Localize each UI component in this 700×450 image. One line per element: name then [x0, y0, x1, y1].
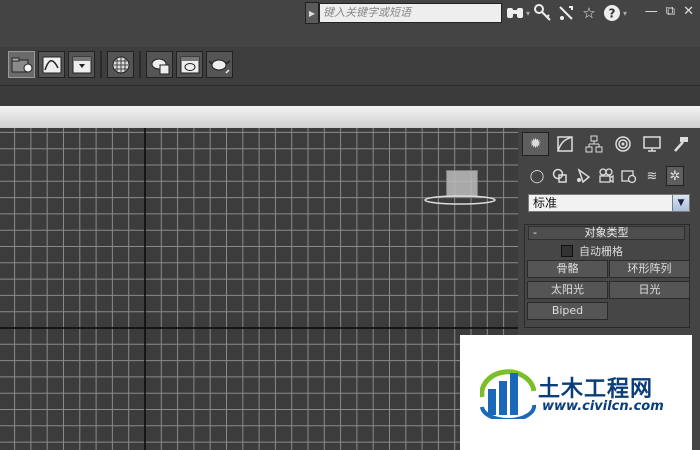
curve-editor-button[interactable]	[38, 51, 65, 78]
render-teapot-frame-button[interactable]	[146, 51, 173, 78]
favorites-star-icon[interactable]: ☆	[579, 3, 599, 23]
bones-button[interactable]: 骨骼	[527, 260, 608, 278]
close-icon[interactable]: ✕	[683, 4, 694, 19]
geometry-sphere-icon[interactable]: ◯	[528, 166, 546, 186]
motion-tab-icon[interactable]	[609, 132, 636, 156]
watermark-url: www.civilcn.com	[542, 399, 664, 414]
restore-icon[interactable]: ⧉	[666, 4, 675, 19]
hierarchy-tab-icon[interactable]	[580, 132, 607, 156]
minimize-icon[interactable]: —	[645, 4, 658, 19]
category-dropdown[interactable]: 标准 ▼	[528, 194, 690, 212]
toolbar-group	[8, 51, 233, 78]
help-dropdown-icon[interactable]: ▾	[623, 9, 627, 18]
civilcn-logo-icon	[480, 369, 536, 419]
display-tab-icon[interactable]	[638, 132, 665, 156]
cameras-icon[interactable]	[597, 166, 615, 186]
watermark-logo-panel: 土木工程网 www.civilcn.com	[460, 335, 692, 450]
search-expand-button[interactable]: ▶	[305, 2, 319, 24]
help-icon[interactable]: ?	[602, 3, 622, 23]
create-tab-icon[interactable]: ✹	[522, 132, 549, 156]
key-icon[interactable]	[533, 3, 553, 23]
binoculars-icon[interactable]	[505, 3, 525, 23]
create-category-tabs: ◯ ≋ ✲	[528, 166, 684, 186]
command-panel-tabs: ✹	[522, 132, 694, 156]
render-setup-button[interactable]	[68, 51, 95, 78]
main-toolbar	[0, 47, 700, 86]
space-warps-icon[interactable]: ≋	[643, 166, 661, 186]
rollout-title: 对象类型	[584, 226, 629, 239]
utilities-hammer-icon[interactable]	[667, 132, 694, 156]
ring-array-button[interactable]: 环形阵列	[609, 260, 690, 278]
communication-center-icon[interactable]	[556, 3, 576, 23]
viewport-header-bar	[0, 106, 700, 129]
infocenter-search: ▶ 键入关键字或短语 ▾ ☆ ? ▾	[305, 2, 627, 24]
binoculars-dropdown-icon[interactable]: ▾	[526, 9, 530, 18]
chevron-down-icon[interactable]: ▼	[672, 195, 689, 211]
viewcube-compass-ring[interactable]	[422, 192, 500, 208]
shapes-icon[interactable]	[551, 166, 569, 186]
object-type-rollout: - 对象类型 自动栅格 骨骼 环形阵列 太阳光 日光 Biped	[524, 224, 690, 328]
helpers-icon[interactable]	[620, 166, 638, 186]
rendered-frame-window-button[interactable]	[176, 51, 203, 78]
rollout-collapse-icon[interactable]: -	[533, 227, 537, 239]
daylight-button[interactable]: 日光	[609, 281, 690, 299]
scene-explorer-button[interactable]	[8, 51, 35, 78]
render-production-teapot-button[interactable]	[206, 51, 233, 78]
viewport-grid	[0, 128, 518, 450]
top-viewport[interactable]	[0, 128, 518, 450]
toolbar-separator	[139, 51, 141, 78]
lights-icon[interactable]	[574, 166, 592, 186]
biped-button[interactable]: Biped	[527, 302, 608, 320]
toolbar-separator	[100, 51, 102, 78]
ribbon-strip	[0, 86, 700, 106]
search-input[interactable]: 键入关键字或短语	[319, 3, 502, 23]
svg-text:?: ?	[609, 7, 616, 21]
autogrid-checkbox[interactable]	[561, 245, 573, 257]
title-bar: ▶ 键入关键字或短语 ▾ ☆ ? ▾ — ⧉ ✕	[0, 0, 700, 48]
modify-tab-icon[interactable]	[551, 132, 578, 156]
sunlight-button[interactable]: 太阳光	[527, 281, 608, 299]
material-editor-button[interactable]	[107, 51, 134, 78]
systems-gear-icon[interactable]: ✲	[666, 166, 684, 186]
window-controls: — ⧉ ✕	[645, 4, 694, 19]
autogrid-label: 自动栅格	[579, 245, 623, 258]
autogrid-option[interactable]: 自动栅格	[561, 243, 623, 259]
rollout-header[interactable]: - 对象类型	[528, 226, 685, 240]
category-dropdown-value: 标准	[533, 196, 558, 210]
